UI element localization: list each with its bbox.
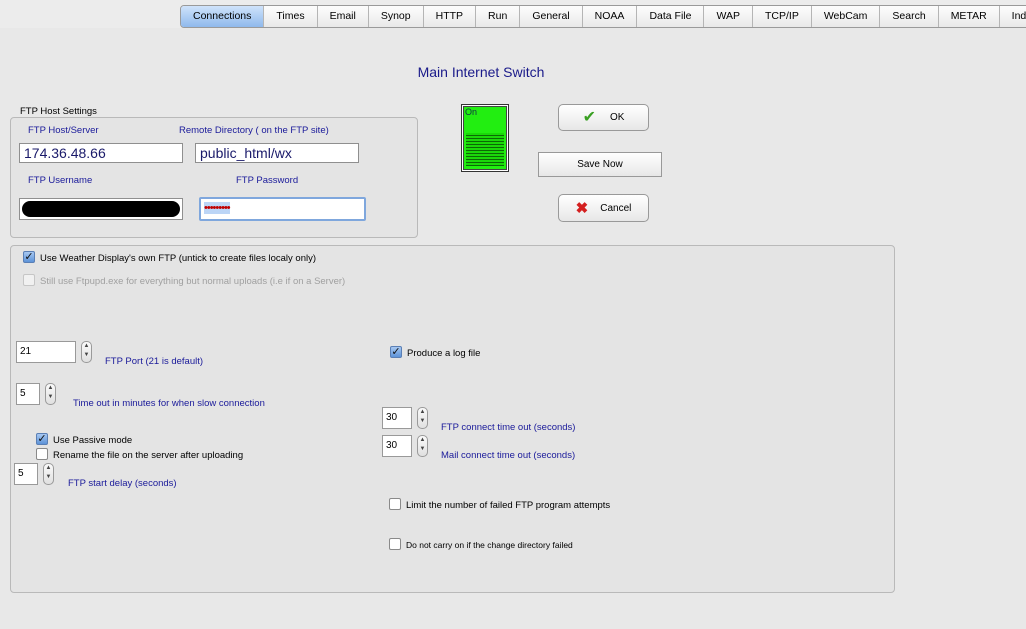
tab-synop[interactable]: Synop — [368, 6, 424, 27]
ftp-port-input[interactable]: 21 — [16, 341, 76, 363]
save-now-label: Save Now — [577, 159, 623, 170]
rename-file-label: Rename the file on the server after uplo… — [53, 450, 244, 461]
tab-noaa[interactable]: NOAA — [582, 6, 638, 27]
mail-timeout-input[interactable]: 30 — [382, 435, 412, 457]
own-ftp-label: Use Weather Display's own FTP (untick to… — [40, 253, 317, 264]
cancel-label: Cancel — [600, 202, 632, 214]
ftp-server-input[interactable]: 174.36.48.66 — [19, 143, 183, 163]
remote-directory-input[interactable]: public_html/wx — [195, 143, 359, 163]
limit-failed-checkbox[interactable] — [389, 498, 401, 510]
tab-email[interactable]: Email — [317, 6, 369, 27]
connect-timeout-stepper[interactable]: ▲ ▼ — [417, 407, 428, 429]
start-delay-label: FTP start delay (seconds) — [68, 478, 177, 489]
tab-http[interactable]: HTTP — [423, 6, 477, 27]
mail-timeout-label: Mail connect time out (seconds) — [441, 450, 576, 461]
log-file-checkbox[interactable]: ✓ — [390, 346, 402, 358]
passive-mode-checkbox[interactable]: ✓ — [36, 433, 48, 445]
start-delay-stepper[interactable]: ▲ ▼ — [43, 463, 54, 485]
close-icon: ✖ — [575, 199, 589, 217]
passive-mode-label: Use Passive mode — [53, 435, 133, 446]
save-now-button[interactable]: Save Now — [538, 152, 662, 177]
top-bar: Connections Times Email Synop HTTP Run G… — [0, 0, 1026, 28]
connect-timeout-input[interactable]: 30 — [382, 407, 412, 429]
timeout-label: Time out in minutes for when slow connec… — [73, 398, 265, 409]
tab-bar: Connections Times Email Synop HTTP Run G… — [180, 5, 1026, 28]
tab-search[interactable]: Search — [880, 6, 939, 27]
page-title: Main Internet Switch — [417, 64, 545, 80]
ftp-password-label: FTP Password — [236, 175, 299, 186]
remote-directory-label: Remote Directory ( on the FTP site) — [179, 125, 329, 136]
switch-stripes — [466, 133, 504, 166]
ok-label: OK — [609, 112, 625, 123]
no-carry-checkbox[interactable] — [389, 538, 401, 550]
ftp-username-input[interactable] — [19, 198, 183, 220]
tab-general[interactable]: General — [520, 6, 583, 27]
ftp-host-group-label: FTP Host Settings — [20, 106, 97, 117]
own-ftp-checkbox[interactable]: ✓ — [23, 251, 35, 263]
ftp-port-label: FTP Port (21 is default) — [105, 356, 204, 367]
ok-button[interactable]: ✔ OK — [558, 104, 649, 131]
mail-timeout-stepper[interactable]: ▲ ▼ — [417, 435, 428, 457]
start-delay-input[interactable]: 5 — [14, 463, 38, 485]
ftp-username-label: FTP Username — [28, 175, 93, 186]
ftpupd-checkbox[interactable] — [23, 274, 35, 286]
tab-indigo[interactable]: Indigo — [999, 6, 1026, 27]
ftp-port-stepper[interactable]: ▲ ▼ — [81, 341, 92, 363]
tab-connections[interactable]: Connections — [181, 6, 265, 27]
connect-timeout-label: FTP connect time out (seconds) — [441, 422, 576, 433]
no-carry-label: Do not carry on if the change directory … — [406, 540, 573, 550]
ftp-server-label: FTP Host/Server — [28, 125, 99, 136]
timeout-input[interactable]: 5 — [16, 383, 40, 405]
ftpupd-label: Still use Ftpupd.exe for everything but … — [40, 276, 346, 287]
log-file-label: Produce a log file — [407, 348, 481, 359]
tab-times[interactable]: Times — [264, 6, 318, 27]
tab-tcp-ip[interactable]: TCP/IP — [752, 6, 812, 27]
main-internet-switch[interactable]: On — [461, 104, 509, 172]
tab-wap[interactable]: WAP — [704, 6, 753, 27]
tab-data-file[interactable]: Data File — [637, 6, 705, 27]
tab-webcam[interactable]: WebCam — [811, 6, 881, 27]
password-dots: ••••••••• — [204, 202, 231, 214]
checkmark-icon: ✔ — [582, 108, 596, 126]
switch-indicator: On — [463, 106, 507, 170]
cancel-button[interactable]: ✖ Cancel — [558, 194, 649, 222]
timeout-stepper[interactable]: ▲ ▼ — [45, 383, 56, 405]
rename-file-checkbox[interactable] — [36, 448, 48, 460]
tab-metar[interactable]: METAR — [938, 6, 1000, 27]
switch-on-label: On — [465, 107, 478, 117]
redacted-username — [22, 201, 180, 217]
ftp-password-input[interactable]: ••••••••• — [199, 197, 366, 221]
tab-run[interactable]: Run — [476, 6, 521, 27]
limit-failed-label: Limit the number of failed FTP program a… — [406, 500, 611, 511]
